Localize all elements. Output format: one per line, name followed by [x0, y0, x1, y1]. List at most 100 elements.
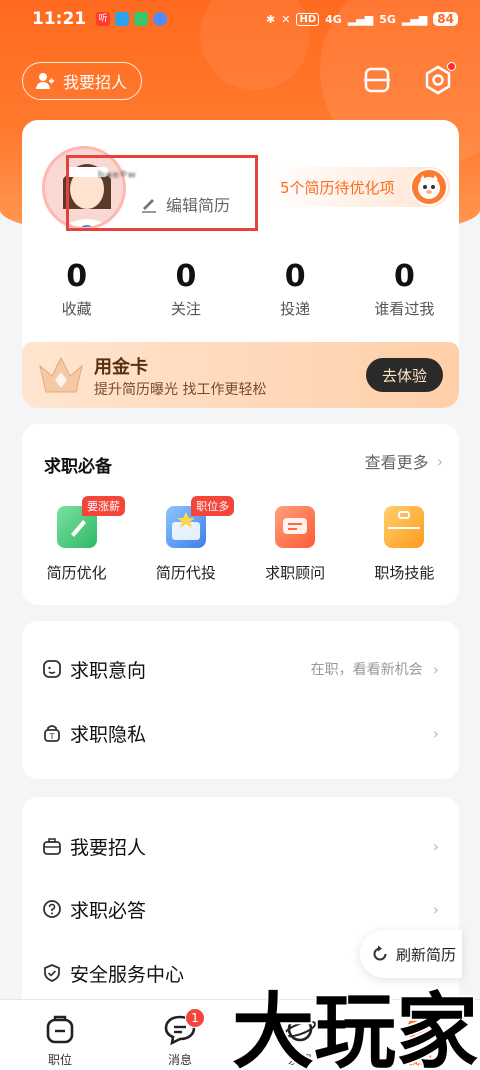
stat-label: 谁看过我 — [374, 300, 435, 318]
tab-label: 消息 — [167, 1053, 192, 1067]
bottom-tab-bar: 职位 1 消息 发现 我的 — [0, 999, 480, 1070]
stat-label: 关注 — [170, 300, 201, 318]
tab-label: 我的 — [407, 1053, 432, 1067]
career-skills-icon — [384, 506, 425, 548]
chevron-right-icon: › — [436, 451, 443, 471]
refresh-icon — [373, 945, 387, 961]
scan-icon[interactable] — [361, 64, 393, 96]
profile-card: ᵇ*ᵉ°ʷ 编辑简历 5个简历待优化项 0 收藏 0 关注 0 投递 0 谁看过我 用金… — [22, 120, 459, 408]
hd-indicator: HD — [296, 12, 320, 26]
edit-resume-link[interactable]: 编辑简历 — [140, 192, 230, 216]
career-advisor-icon — [275, 506, 316, 548]
tool-resume-delegate[interactable]: 职位多 简历代投 — [131, 496, 240, 583]
refresh-label: 刷新简历 — [396, 945, 457, 964]
edit-resume-label: 编辑简历 — [166, 196, 231, 215]
stat-label: 投递 — [280, 300, 311, 318]
battery-indicator: 84 — [433, 12, 458, 26]
status-indicators: ✱ ✕ HD 4G ▂▄▆ 5G ▂▄▆ 84 — [266, 12, 458, 26]
stat-value: 0 — [175, 259, 197, 294]
tab-messages[interactable]: 1 消息 — [120, 1000, 240, 1070]
try-gold-button[interactable]: 去体验 — [365, 358, 443, 392]
tool-badge: 职位多 — [191, 496, 235, 516]
gold-card-banner[interactable]: 用金卡 提升简历曝光 找工作更轻松 去体验 — [22, 342, 459, 408]
user-name: ᵇ*ᵉ°ʷ — [98, 168, 136, 187]
tab-label: 发现 — [287, 1053, 312, 1067]
stat-value: 0 — [284, 259, 306, 294]
chevron-right-icon: › — [432, 723, 439, 743]
see-more-label: 查看更多 — [364, 453, 429, 472]
row-recruit[interactable]: 我要招人 › — [22, 816, 459, 876]
see-more-link[interactable]: 查看更多 › — [365, 449, 443, 473]
tools-grid: 要涨薪 简历优化 职位多 简历代投 求职顾问 职场技能 — [22, 496, 459, 583]
tool-label: 职场技能 — [374, 564, 435, 582]
row-job-privacy[interactable]: T 求职隐私 › — [22, 703, 459, 763]
stat-label: 收藏 — [61, 300, 92, 318]
stat-following[interactable]: 0 关注 — [131, 260, 240, 319]
job-bag-icon — [46, 1015, 74, 1044]
signal-icon: ▂▄▆ — [347, 12, 374, 26]
tool-badge: 要涨薪 — [82, 496, 125, 516]
chat-icon: 1 — [163, 1008, 205, 1046]
refresh-resume-button[interactable]: 刷新简历 — [360, 930, 462, 978]
tool-career-skills[interactable]: 职场技能 — [350, 496, 459, 583]
tab-jobs[interactable]: 职位 — [0, 1000, 120, 1070]
services-card: 我要招人 › 求职必答 › 安全服务中心 — [22, 797, 459, 1017]
gold-card-subtitle: 提升简历曝光 找工作更轻松 — [94, 382, 267, 398]
svg-text:T: T — [49, 732, 55, 741]
status-app-icon-2 — [134, 12, 149, 26]
row-label: 求职意向 — [70, 659, 147, 682]
section-title: 求职必备 — [44, 457, 112, 477]
resume-optimize-tip[interactable]: 5个简历待优化项 — [264, 167, 450, 207]
row-label: 安全服务中心 — [70, 963, 185, 986]
tool-career-advisor[interactable]: 求职顾问 — [241, 496, 350, 583]
lock-icon: T — [44, 725, 60, 742]
row-label: 我要招人 — [70, 836, 147, 859]
bluetooth-icon: ✱ — [266, 12, 276, 26]
status-telegram-icon — [115, 12, 130, 26]
tab-label: 职位 — [47, 1053, 72, 1067]
tool-label: 求职顾问 — [265, 564, 326, 582]
network-5g-label: 5G — [379, 12, 396, 26]
tool-resume-optimize[interactable]: 要涨薪 简历优化 — [22, 496, 131, 583]
mute-icon: ✕ — [281, 12, 291, 26]
settings-gear-icon[interactable] — [422, 62, 456, 96]
unread-badge: 1 — [185, 1008, 205, 1028]
recruiter-icon — [36, 73, 54, 89]
stat-favorites[interactable]: 0 收藏 — [22, 260, 131, 319]
shield-icon — [44, 964, 60, 982]
crown-icon — [39, 356, 83, 393]
job-essentials-card: 求职必备 查看更多 › 要涨薪 简历优化 职位多 简历代投 求职顾问 职场技能 — [22, 424, 459, 605]
stat-applications[interactable]: 0 投递 — [241, 260, 350, 319]
row-job-intent[interactable]: 求职意向 在职，看看新机会 › — [22, 639, 459, 699]
chevron-right-icon: › — [432, 659, 439, 679]
pencil-icon — [142, 199, 156, 213]
profile-icon — [407, 1016, 433, 1042]
status-app-icon: 听 — [96, 12, 111, 26]
question-icon — [43, 900, 61, 918]
status-bar: 11:21 听 ✱ ✕ HD 4G ▂▄▆ 5G ▂▄▆ 84 — [0, 0, 480, 38]
recruit-switch-label: 我要招人 — [63, 73, 128, 92]
status-time: 11:21 — [32, 9, 87, 29]
row-label: 求职隐私 — [70, 723, 147, 746]
stat-value: 0 — [66, 259, 88, 294]
row-hint: 在职，看看新机会 — [310, 662, 423, 678]
stats-row: 0 收藏 0 关注 0 投递 0 谁看过我 — [22, 260, 459, 319]
network-4g-label: 4G — [325, 12, 342, 26]
recruit-switch-button[interactable]: 我要招人 — [22, 62, 143, 100]
stat-viewers[interactable]: 0 谁看过我 — [350, 260, 459, 319]
tab-discover[interactable]: 发现 — [240, 1000, 360, 1070]
job-intent-card: 求职意向 在职，看看新机会 › T 求职隐私 › — [22, 621, 459, 779]
chevron-right-icon: › — [432, 836, 439, 856]
planet-icon — [283, 1016, 317, 1042]
tab-mine[interactable]: 我的 — [360, 1000, 480, 1070]
status-app-icon-3 — [153, 12, 168, 26]
notification-dot — [447, 62, 456, 71]
tool-label: 简历优化 — [46, 564, 107, 582]
face-icon — [43, 660, 61, 678]
chevron-right-icon: › — [432, 899, 439, 919]
signal-icon: ▂▄▆ — [401, 12, 428, 26]
mascot-icon — [410, 168, 448, 206]
stat-value: 0 — [393, 259, 415, 294]
briefcase-icon — [43, 838, 61, 855]
tool-label: 简历代投 — [155, 564, 216, 582]
